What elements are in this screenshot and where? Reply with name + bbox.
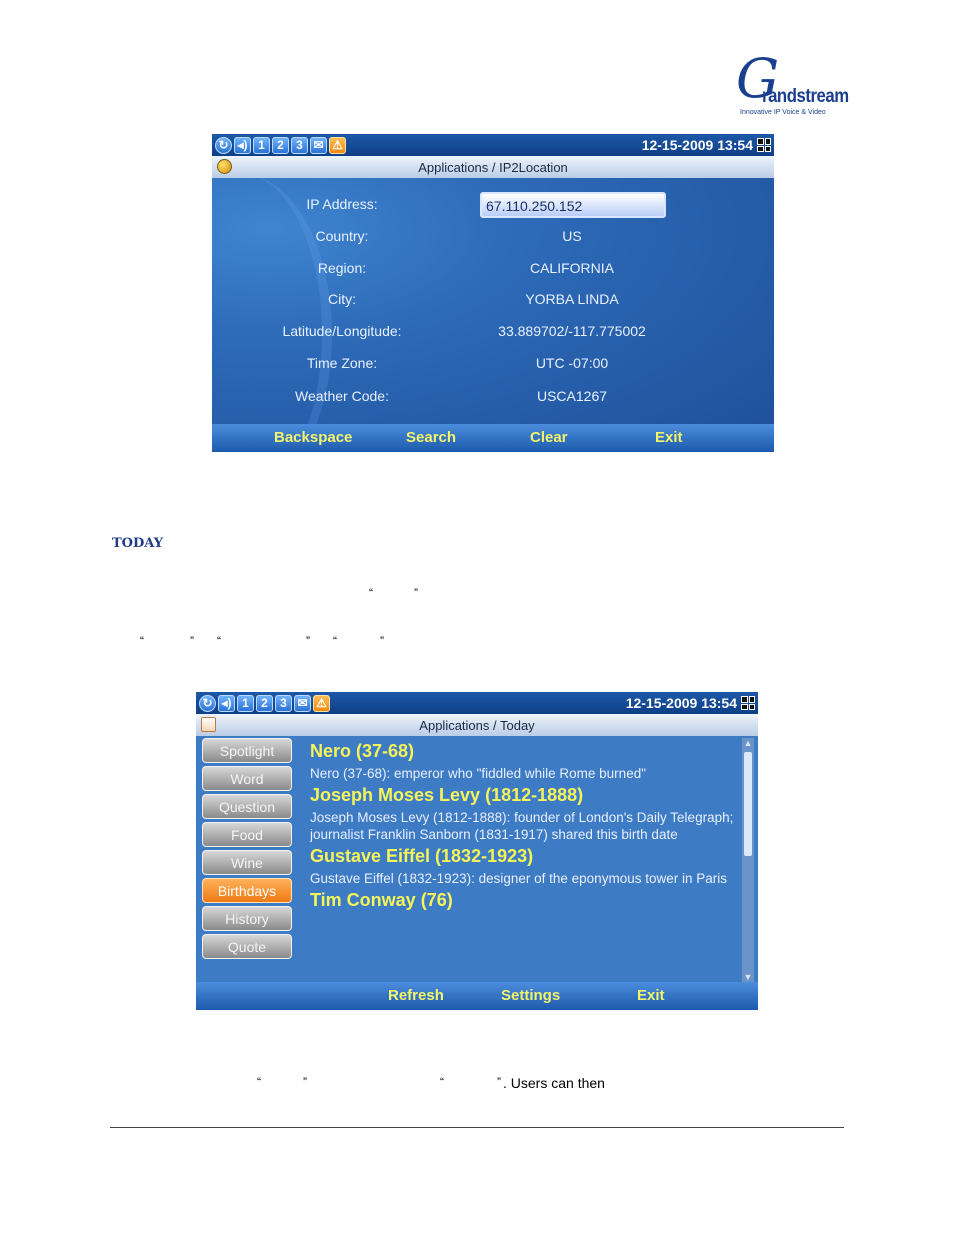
logo-word: randstream <box>762 86 849 107</box>
latlong-value: 33.889702/-117.775002 <box>498 323 646 339</box>
line-2-icon[interactable]: 2 <box>272 136 289 154</box>
quote-close: ” <box>414 586 418 600</box>
refresh-softkey[interactable]: Refresh <box>388 987 444 1004</box>
birthday-list[interactable]: Nero (37-68) Nero (37-68): emperor who "… <box>310 738 738 982</box>
quote-close: ” <box>303 1075 307 1089</box>
entry-description: Nero (37-68): emperor who "fiddled while… <box>310 766 646 781</box>
line-1-icon[interactable]: 1 <box>237 694 254 712</box>
entry-description: Gustave Eiffel (1832-1923): designer of … <box>310 871 727 886</box>
region-value: CALIFORNIA <box>529 260 614 276</box>
region-label: Region: <box>317 260 367 276</box>
menu-wine[interactable]: Wine <box>202 850 292 875</box>
line-3-icon[interactable]: 3 <box>275 694 292 712</box>
entry-title: Nero (37-68) <box>310 741 415 761</box>
quote-open: “ <box>140 634 144 648</box>
timezone-label: Time Zone: <box>306 355 378 371</box>
line-2-icon[interactable]: 2 <box>256 694 273 712</box>
exit-softkey[interactable]: Exit <box>637 987 665 1004</box>
field-row-timezone: Time Zone: UTC -07:00 <box>212 355 774 377</box>
page-title: Applications / Today <box>419 717 535 733</box>
field-row-latlong: Latitude/Longitude: 33.889702/-117.77500… <box>212 323 774 345</box>
title-bar: Applications / IP2Location <box>212 156 774 178</box>
scroll-up-icon[interactable]: ▲ <box>742 738 754 748</box>
speaker-icon[interactable]: ◂) <box>218 694 235 712</box>
alert-icon[interactable]: ⚠ <box>313 694 330 712</box>
softkey-bar: Refresh Settings Exit <box>196 982 758 1010</box>
city-value: YORBA LINDA <box>525 291 619 307</box>
grid-icon[interactable] <box>741 696 755 710</box>
page-title: Applications / IP2Location <box>418 159 568 175</box>
refresh-icon[interactable]: ↻ <box>215 136 232 154</box>
weather-code-label: Weather Code: <box>295 388 389 404</box>
field-row-country: Country: US <box>212 228 774 250</box>
quote-close: ” <box>380 634 384 648</box>
timezone-value: UTC -07:00 <box>535 355 609 371</box>
menu-word[interactable]: Word <box>202 766 292 791</box>
latlong-label: Latitude/Longitude: <box>282 323 402 339</box>
title-bar: Applications / Today <box>196 714 758 736</box>
ip-address-input[interactable]: 67.110.250.152 <box>480 192 666 218</box>
entry-description: Joseph Moses Levy (1812-1888): founder o… <box>310 810 734 842</box>
menu-food[interactable]: Food <box>202 822 292 847</box>
line-1-icon[interactable]: 1 <box>253 136 270 154</box>
logo-tagline: Innovative IP Voice & Video <box>740 109 826 116</box>
status-datetime: 12-15-2009 13:54 <box>625 695 737 711</box>
quote-open: “ <box>217 634 221 648</box>
quote-close: ” <box>190 634 194 648</box>
softkey-bar: Backspace Search Clear Exit <box>212 424 774 452</box>
entry-title: Tim Conway (76) <box>310 890 453 910</box>
field-row-weather: Weather Code: USCA1267 <box>212 388 774 410</box>
status-datetime: 12-15-2009 13:54 <box>641 137 753 153</box>
section-heading: TODAY <box>112 536 163 551</box>
speaker-icon[interactable]: ◂) <box>234 136 251 154</box>
ip2location-screen: ↻ ◂) 1 2 3 ✉ ⚠ 12-15-2009 13:54 Applicat… <box>212 134 774 452</box>
city-label: City: <box>328 291 356 307</box>
alert-icon[interactable]: ⚠ <box>329 136 346 154</box>
backspace-softkey[interactable]: Backspace <box>274 429 352 446</box>
ip-address-label: IP Address: <box>306 196 378 212</box>
message-icon[interactable]: ✉ <box>294 694 311 712</box>
scroll-thumb[interactable] <box>744 752 752 856</box>
quote-close: ” <box>497 1075 501 1089</box>
grandstream-logo: G randstream Innovative IP Voice & Video <box>736 52 849 120</box>
weather-code-value: USCA1267 <box>536 388 608 404</box>
clear-softkey[interactable]: Clear <box>530 429 568 446</box>
quote-open: “ <box>333 634 337 648</box>
menu-spotlight[interactable]: Spotlight <box>202 738 292 763</box>
settings-softkey[interactable]: Settings <box>501 987 560 1004</box>
body-text: . Users can then <box>503 1075 605 1091</box>
status-bar: ↻ ◂) 1 2 3 ✉ ⚠ 12-15-2009 13:54 <box>212 134 774 156</box>
field-row-region: Region: CALIFORNIA <box>212 260 774 282</box>
app-globe-icon <box>217 159 232 174</box>
menu-question[interactable]: Question <box>202 794 292 819</box>
today-screen: ↻ ◂) 1 2 3 ✉ ⚠ 12-15-2009 13:54 Applicat… <box>196 692 758 1010</box>
quote-open: “ <box>257 1075 261 1089</box>
menu-quote[interactable]: Quote <box>202 934 292 959</box>
exit-softkey[interactable]: Exit <box>655 429 683 446</box>
refresh-icon[interactable]: ↻ <box>199 694 216 712</box>
status-bar: ↻ ◂) 1 2 3 ✉ ⚠ 12-15-2009 13:54 <box>196 692 758 714</box>
footer-divider <box>110 1127 844 1128</box>
menu-birthdays[interactable]: Birthdays <box>202 878 292 903</box>
field-row-city: City: YORBA LINDA <box>212 291 774 313</box>
message-icon[interactable]: ✉ <box>310 136 327 154</box>
quote-open: “ <box>440 1075 444 1089</box>
menu-history[interactable]: History <box>202 906 292 931</box>
scroll-down-icon[interactable]: ▼ <box>742 972 754 982</box>
quote-close: ” <box>306 634 310 648</box>
country-value: US <box>562 228 582 244</box>
entry-title: Gustave Eiffel (1832-1923) <box>310 846 534 866</box>
search-softkey[interactable]: Search <box>406 429 456 446</box>
scrollbar[interactable]: ▲ ▼ <box>742 738 754 982</box>
line-3-icon[interactable]: 3 <box>291 136 308 154</box>
entry-title: Joseph Moses Levy (1812-1888) <box>310 785 584 805</box>
calendar-icon <box>201 717 216 732</box>
country-label: Country: <box>315 228 369 244</box>
quote-open: “ <box>369 586 373 600</box>
grid-icon[interactable] <box>757 138 771 152</box>
